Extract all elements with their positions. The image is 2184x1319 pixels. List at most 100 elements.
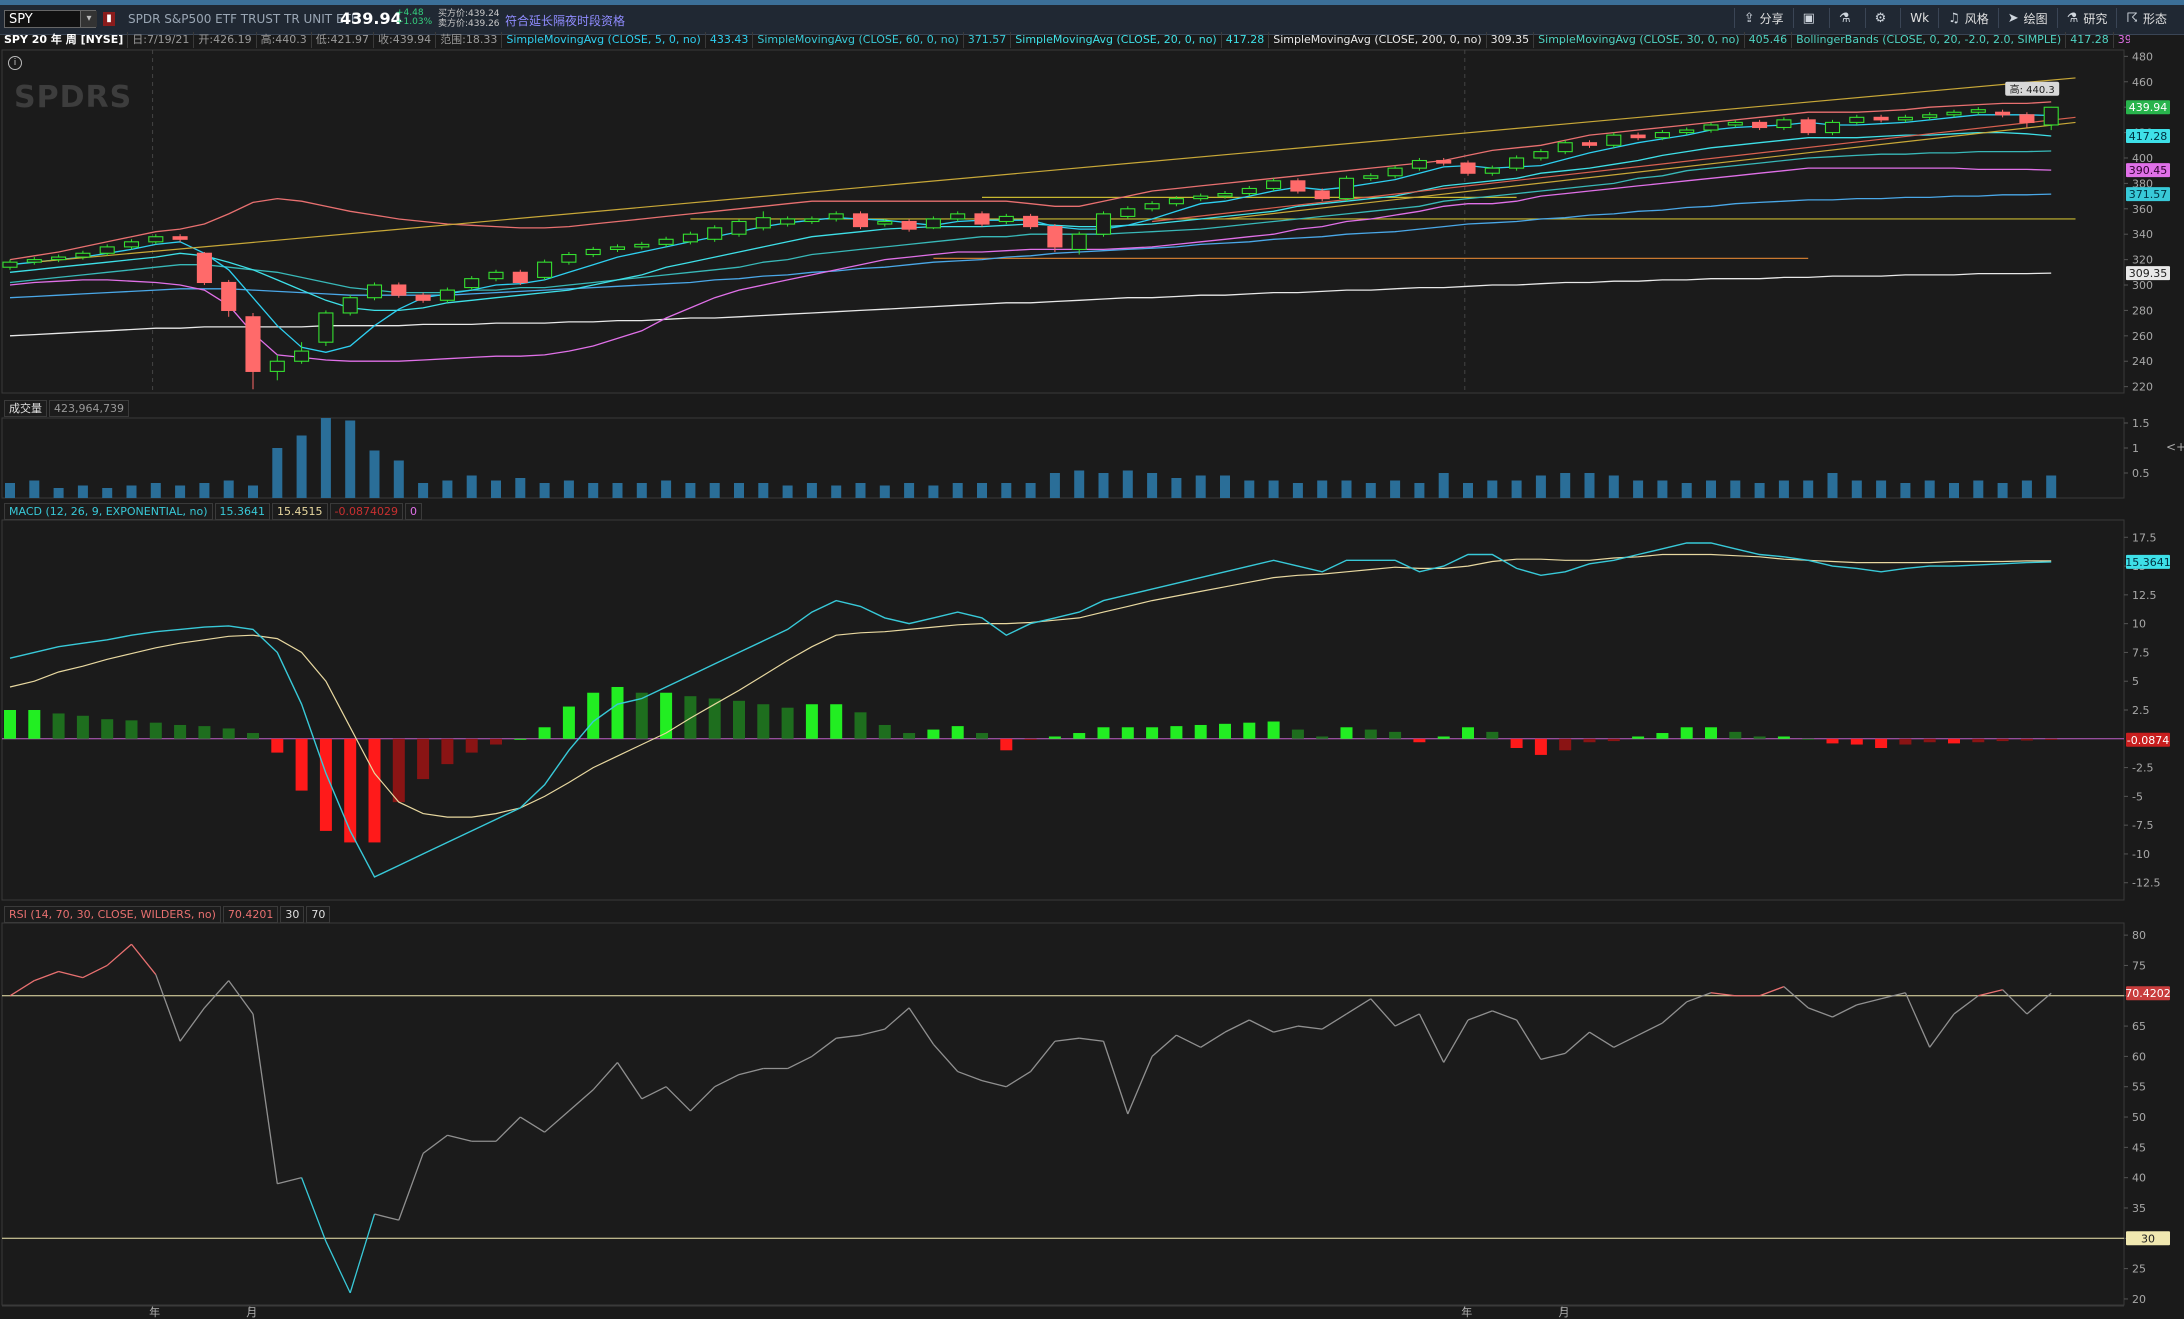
macd-histogram-bar: [1802, 738, 1815, 740]
volume-bar: [928, 485, 939, 498]
macd-histogram-bar: [781, 707, 794, 739]
volume-bar: [1681, 483, 1692, 498]
candle-body: [245, 316, 261, 372]
macd-histogram-bar: [1607, 738, 1620, 742]
candle-body: [585, 248, 601, 256]
candle-body: [1679, 129, 1695, 134]
macd-histogram-bar: [1583, 738, 1596, 743]
volume-axis-tick-label: 1: [2132, 442, 2139, 455]
candle-body: [609, 246, 626, 250]
macd-histogram-bar: [660, 692, 673, 739]
macd-histogram-bar: [1729, 731, 1742, 739]
price-axis-tick-label: 220: [2132, 381, 2153, 394]
macd-histogram-bar: [854, 712, 867, 739]
macd-histogram-bar: [2020, 738, 2033, 741]
macd-histogram-bar: [1826, 738, 1839, 744]
candle-body: [1873, 116, 1889, 121]
volume-bar: [831, 485, 842, 498]
candle-body: [1849, 116, 1865, 123]
macd-histogram-bar: [441, 738, 454, 765]
macd-histogram-bar: [1194, 724, 1207, 739]
rsi-title: RSI (14, 70, 30, CLOSE, WILDERS, no): [4, 906, 221, 923]
volume-bar: [393, 460, 404, 498]
volume-bar: [1414, 483, 1425, 498]
volume-bar: [1147, 473, 1158, 498]
expand-panel-icon[interactable]: <+>: [2166, 440, 2184, 454]
rsi-axis-tick-label: 65: [2132, 1020, 2146, 1033]
candle-body: [439, 289, 455, 301]
price-axis-tick-label: 400: [2132, 152, 2153, 165]
volume-bar: [1900, 483, 1911, 498]
macd-histogram-bar: [1899, 738, 1912, 745]
macd-histogram-bar: [28, 710, 41, 739]
macd-histogram-bar: [368, 738, 381, 843]
candle-body: [196, 252, 212, 284]
candle-body: [488, 271, 504, 280]
candle-body: [1023, 215, 1039, 228]
candle-body: [1606, 134, 1622, 146]
price-tag: 371.57: [2129, 188, 2168, 201]
volume-bar: [1268, 480, 1279, 498]
candle-body: [1654, 132, 1670, 139]
rsi-axis-tick-label: 20: [2132, 1293, 2146, 1306]
volume-bar: [248, 485, 258, 498]
macd-histogram-bar: [733, 700, 745, 739]
macd-histogram-bar: [1389, 731, 1402, 739]
volume-bar: [1025, 483, 1036, 498]
volume-bar: [1535, 475, 1546, 498]
macd-histogram-bar: [1316, 736, 1329, 739]
volume-bar: [515, 478, 526, 498]
candle-body: [1703, 124, 1719, 131]
macd-histogram-bar: [1073, 733, 1086, 739]
volume-bar: [1949, 483, 1959, 498]
volume-bar: [272, 448, 283, 498]
macd-histogram-bar: [1510, 738, 1523, 748]
macd-axis-tick-label: 17.5: [2132, 531, 2157, 544]
macd-histogram-bar: [1462, 727, 1474, 739]
candle-body: [2, 261, 18, 268]
volume-bar: [806, 483, 817, 498]
price-axis-tick-label: 300: [2132, 279, 2153, 292]
candle-body: [366, 284, 383, 299]
volume-bar: [1511, 480, 1522, 498]
volume-bar: [1633, 480, 1644, 498]
macd-histogram-bar: [1777, 736, 1790, 739]
volume-bar: [126, 485, 137, 498]
macd-histogram-bar: [1291, 729, 1304, 739]
macd-histogram-bar: [878, 724, 891, 739]
macd-histogram-bar: [1559, 738, 1572, 751]
volume-bar: [685, 483, 696, 498]
candle-body: [1970, 109, 1986, 113]
rsi-axis-tick-label: 75: [2132, 959, 2146, 972]
time-label: 年: [149, 1305, 160, 1319]
rsi-panel-bg: [1, 922, 2125, 1306]
macd-histogram-bar: [951, 726, 964, 739]
time-label: 年: [1461, 1305, 1472, 1319]
candle-body: [294, 350, 310, 362]
volume-bar: [1341, 480, 1352, 498]
candle-body: [1557, 142, 1573, 153]
candle-body: [1922, 114, 1938, 118]
volume-bar: [77, 485, 88, 498]
info-icon[interactable]: i: [8, 56, 22, 70]
volume-bar: [5, 483, 15, 498]
candle-body: [877, 220, 893, 225]
candle-body: [1509, 157, 1525, 169]
macd-histogram-bar: [222, 728, 235, 739]
volume-bar: [1560, 473, 1571, 498]
macd-histogram-bar: [1170, 726, 1183, 739]
chart-canvas[interactable]: 2202402602803003203403603804004204404604…: [0, 0, 2184, 1319]
rsi-axis-tick-label: 35: [2132, 1202, 2146, 1215]
candle-body: [1071, 233, 1087, 250]
price-tag: 390.45: [2129, 164, 2168, 177]
volume-bar: [466, 475, 477, 498]
macd-value: 15.3641: [214, 503, 271, 520]
volume-axis-tick-label: 1.5: [2132, 417, 2150, 430]
macd-histogram-bar: [4, 710, 16, 739]
price-axis-tick-label: 340: [2132, 228, 2153, 241]
macd-histogram-bar: [125, 720, 138, 739]
candle-body: [26, 259, 42, 263]
candle-body: [1241, 187, 1257, 195]
rsi-axis-tick-label: 60: [2132, 1050, 2146, 1063]
candle-body: [731, 220, 747, 235]
